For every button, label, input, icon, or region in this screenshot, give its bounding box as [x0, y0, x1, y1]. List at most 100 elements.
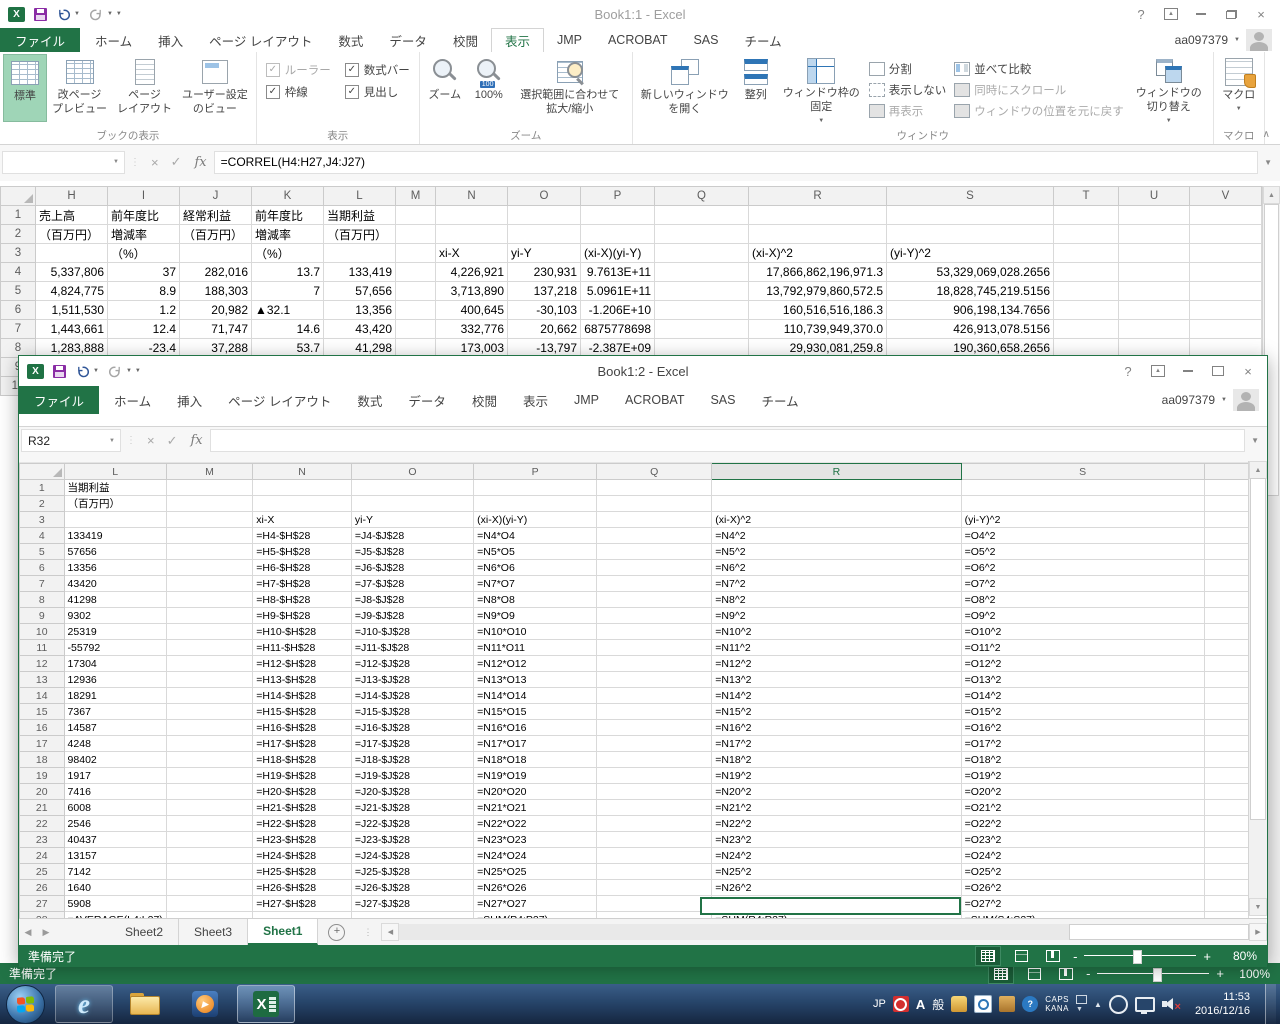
tray-language-jp[interactable]: JP [873, 998, 886, 1010]
column-header-M[interactable]: M [166, 464, 253, 480]
cell-R23[interactable]: =N23^2 [712, 832, 961, 848]
cell-x1[interactable] [1204, 480, 1248, 496]
cell-I6[interactable]: 1.2 [108, 301, 180, 320]
cell-L5[interactable]: 57,656 [324, 282, 396, 301]
cell-P7[interactable]: =N7*O7 [474, 576, 597, 592]
w2-scroll-thumb[interactable] [1250, 478, 1266, 820]
cell-M3[interactable] [396, 244, 436, 263]
cell-T5[interactable] [1054, 282, 1119, 301]
w1-zoom-slider[interactable]: - + [1086, 966, 1224, 981]
cell-U3[interactable] [1119, 244, 1190, 263]
w2-ribbon-display-options-button[interactable]: ▲ [1145, 361, 1171, 381]
cell-L10[interactable]: 25319 [64, 624, 166, 640]
cell-N17[interactable]: =H17-$H$28 [253, 736, 352, 752]
zoom-button[interactable]: ズーム [423, 54, 467, 122]
cell-L8[interactable]: 41298 [64, 592, 166, 608]
cell-R19[interactable]: =N19^2 [712, 768, 961, 784]
cell-O17[interactable]: =J17-$J$28 [351, 736, 473, 752]
cell-O7[interactable]: =J7-$J$28 [351, 576, 473, 592]
w2-help-button[interactable]: ? [1115, 361, 1141, 381]
w1-help-button[interactable]: ? [1128, 4, 1154, 24]
cell-M1[interactable] [166, 480, 253, 496]
w2-scroll-right-icon[interactable]: ▶ [1249, 923, 1267, 941]
cell-T3[interactable] [1054, 244, 1119, 263]
cell-R5[interactable]: =N5^2 [712, 544, 961, 560]
column-header-N[interactable]: N [253, 464, 352, 480]
cell-M8[interactable] [166, 592, 253, 608]
cell-V6[interactable] [1190, 301, 1262, 320]
cell-O14[interactable]: =J14-$J$28 [351, 688, 473, 704]
cell-Q13[interactable] [597, 672, 712, 688]
w2-zoom-slider[interactable]: - + [1073, 949, 1211, 964]
zoom-to-selection-button[interactable]: 選択範囲に合わせて 拡大/縮小 [511, 54, 629, 122]
cell-V2[interactable] [1190, 225, 1262, 244]
cell-L9[interactable]: 9302 [64, 608, 166, 624]
cell-I1[interactable]: 前年度比 [108, 206, 180, 225]
cell-R2[interactable] [712, 496, 961, 512]
ribbon-tab-1[interactable]: 挿入 [164, 386, 215, 414]
cell-M5[interactable] [396, 282, 436, 301]
cell-Q25[interactable] [597, 864, 712, 880]
cell-S5[interactable]: =O5^2 [961, 544, 1204, 560]
w2-normal-view-shortcut[interactable] [975, 946, 1001, 966]
cell-Q18[interactable] [597, 752, 712, 768]
cell-S28[interactable]: =SUM(S4:S27) [961, 912, 1204, 919]
cell-N22[interactable]: =H22-$H$28 [253, 816, 352, 832]
ribbon-tab-6[interactable]: 表示 [510, 386, 561, 414]
cell-Q5[interactable] [597, 544, 712, 560]
w2-avatar[interactable] [1233, 389, 1259, 411]
cell-L7[interactable]: 43420 [64, 576, 166, 592]
tray-ime-tools-icon[interactable] [999, 996, 1015, 1012]
row-header-20[interactable]: 20 [20, 784, 65, 800]
cell-L3[interactable] [324, 244, 396, 263]
cell-K4[interactable]: 13.7 [252, 263, 324, 282]
column-header-O[interactable]: O [508, 187, 581, 206]
tray-network-icon[interactable] [1135, 997, 1155, 1012]
cell-M21[interactable] [166, 800, 253, 816]
cell-Q9[interactable] [597, 608, 712, 624]
w2-maximize-button[interactable] [1205, 361, 1231, 381]
cell-N8[interactable]: =H8-$H$28 [253, 592, 352, 608]
cell-V4[interactable] [1190, 263, 1262, 282]
gridlines-checkbox[interactable]: ✓枠線 [266, 84, 331, 100]
cell-U4[interactable] [1119, 263, 1190, 282]
cell-R21[interactable]: =N21^2 [712, 800, 961, 816]
cell-Q1[interactable] [597, 480, 712, 496]
row-header-13[interactable]: 13 [20, 672, 65, 688]
cell-R11[interactable]: =N11^2 [712, 640, 961, 656]
row-header-23[interactable]: 23 [20, 832, 65, 848]
redo-icon[interactable] [89, 8, 104, 21]
row-header-24[interactable]: 24 [20, 848, 65, 864]
cell-P28[interactable]: =SUM(P4:P27) [474, 912, 597, 919]
cell-S11[interactable]: =O11^2 [961, 640, 1204, 656]
headings-checkbox[interactable]: ✓見出し [345, 84, 410, 100]
cell-T1[interactable] [1054, 206, 1119, 225]
cell-S13[interactable]: =O13^2 [961, 672, 1204, 688]
cell-O23[interactable]: =J23-$J$28 [351, 832, 473, 848]
cell-S24[interactable]: =O24^2 [961, 848, 1204, 864]
cell-H2[interactable]: （百万円） [36, 225, 108, 244]
cell-R2[interactable] [749, 225, 887, 244]
cell-L1[interactable]: 当期利益 [324, 206, 396, 225]
cell-M13[interactable] [166, 672, 253, 688]
tray-caps-kana-indicator[interactable]: CAPS KANA [1045, 995, 1069, 1013]
cell-x3[interactable] [1204, 512, 1248, 528]
cell-M15[interactable] [166, 704, 253, 720]
cell-L14[interactable]: 18291 [64, 688, 166, 704]
cell-x13[interactable] [1204, 672, 1248, 688]
cell-S10[interactable]: =O10^2 [961, 624, 1204, 640]
cell-N7[interactable]: =H7-$H$28 [253, 576, 352, 592]
cell-P22[interactable]: =N22*O22 [474, 816, 597, 832]
cell-M3[interactable] [166, 512, 253, 528]
w2-scroll-left-icon[interactable]: ◀ [381, 923, 399, 941]
column-header-K[interactable]: K [252, 187, 324, 206]
cell-P6[interactable]: -1.206E+10 [581, 301, 655, 320]
cell-U2[interactable] [1119, 225, 1190, 244]
start-button[interactable] [6, 985, 45, 1024]
cell-U7[interactable] [1119, 320, 1190, 339]
cell-P5[interactable]: 5.0961E+11 [581, 282, 655, 301]
cell-L27[interactable]: 5908 [64, 896, 166, 912]
w2-zoom-out-button[interactable]: - [1073, 949, 1077, 964]
cell-Q27[interactable] [597, 896, 712, 912]
ribbon-tab-3[interactable]: 数式 [325, 28, 376, 52]
